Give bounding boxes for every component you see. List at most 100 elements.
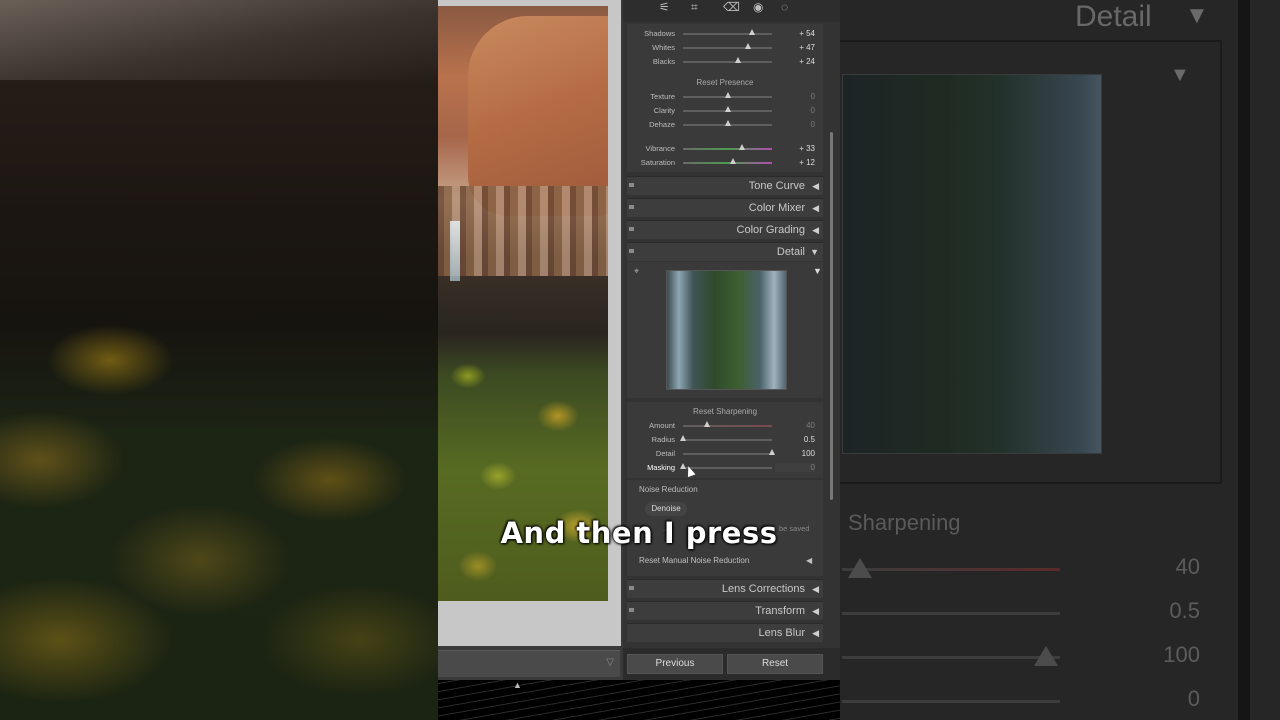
blurred-value: 100 [1163,642,1200,667]
slider-thumb[interactable] [704,421,711,427]
slider-value[interactable]: + 24 [799,57,815,66]
panel-header-color-grading[interactable]: Color Grading ◀ [627,220,823,239]
panel-toggle-icon[interactable] [629,205,634,209]
target-crosshair-icon[interactable]: ⌖ [634,266,639,277]
eraser-icon[interactable]: ⌫ [723,0,740,14]
panel-toggle-icon[interactable] [629,227,634,231]
panel-header-lens-blur[interactable]: Lens Blur ◀ [627,623,823,642]
slider-track[interactable] [683,162,772,164]
slider-value[interactable]: + 33 [799,144,815,153]
slider-label: Vibrance [645,144,675,153]
slider-label: Clarity [653,106,675,115]
chevron-down-icon[interactable]: ▽ [606,657,614,668]
slider-thumb[interactable] [769,449,775,455]
slider-track[interactable] [683,467,772,469]
slider-track[interactable] [683,148,772,150]
slider-thumb[interactable] [724,92,731,98]
slider-label: Texture [650,92,675,101]
reset-manual-noise-reduction[interactable]: Reset Manual Noise Reduction [639,556,749,565]
blurred-slider-knob [1034,646,1058,666]
slider-blacks[interactable]: Blacks + 24 [627,54,823,70]
panel-toggle-icon[interactable] [629,608,634,612]
reset-button[interactable]: Reset [727,654,823,674]
slider-thumb[interactable] [729,158,736,164]
panel-header-lens-corrections[interactable]: Lens Corrections ◀ [627,579,823,598]
detail-zoom-preview[interactable] [666,270,787,390]
blurred-detail-title: Detail [1075,0,1152,33]
slider-track[interactable] [683,61,772,63]
blurred-value: 0 [1187,686,1200,711]
chevron-up-icon[interactable]: ▲ [513,680,522,690]
reset-sharpening[interactable]: Reset Sharpening [627,407,823,416]
waterfall [450,221,460,281]
chevron-left-icon: ◀ [812,606,819,616]
chevron-down-icon[interactable]: ▼ [813,266,822,276]
previous-button[interactable]: Previous [627,654,723,674]
slider-label: Saturation [640,158,675,167]
panel-header-color-mixer[interactable]: Color Mixer ◀ [627,198,823,217]
slider-value[interactable]: 40 [806,421,815,430]
slider-thumb[interactable] [735,57,742,63]
slider-track[interactable] [683,47,772,49]
panel-header-transform[interactable]: Transform ◀ [627,601,823,620]
slider-track[interactable] [683,439,772,441]
blurred-slider-track [842,700,1060,703]
slider-value[interactable]: + 12 [799,158,815,167]
panel-header-label: Lens Corrections [721,583,805,595]
develop-right-panel: ⚟ ⌗ ⌫ ◉ ◌ Shadows + 54 Whites + 47 Black… [623,0,840,680]
denoise-button[interactable]: Denoise [645,502,687,516]
chevron-left-icon: ◀ [812,225,819,235]
slider-value[interactable]: + 54 [799,29,815,38]
panel-toggle-icon[interactable] [629,586,634,590]
slider-thumb[interactable] [680,435,686,441]
blurred-slider-track [842,656,1060,659]
panel-scrollbar[interactable] [830,132,833,500]
reset-presence[interactable]: Reset Presence [627,78,823,87]
slider-thumb[interactable] [724,106,731,112]
slider-value[interactable]: 0 [811,106,815,115]
landscape-photo [438,6,608,601]
slider-value[interactable]: 0 [811,92,815,101]
panel-header-tone-curve[interactable]: Tone Curve ◀ [627,176,823,195]
slider-label: Detail [655,449,675,458]
blurred-slider-knob [848,558,872,578]
eye-icon[interactable]: ◉ [753,0,763,14]
slider-track[interactable] [683,33,772,35]
slider-value[interactable]: 0 [775,463,815,472]
sliders-icon[interactable]: ⚟ [659,0,670,14]
slider-track[interactable] [683,425,772,427]
slider-value[interactable]: 0.5 [804,435,815,444]
slider-track[interactable] [683,453,772,455]
slider-thumb[interactable] [724,120,731,126]
masking-icon[interactable]: ◌ [781,0,788,14]
panel-toggle-icon[interactable] [629,249,634,253]
topographic-pattern: ▲ [438,680,840,720]
video-caption: And then I press [500,516,778,550]
slider-thumb[interactable] [744,43,751,49]
slider-value[interactable]: 100 [802,449,815,458]
panel-toggle-icon[interactable] [629,183,634,187]
chevron-down-icon: ▼ [810,247,819,257]
chevron-left-icon: ◀ [812,181,819,191]
blurred-background-left [0,0,438,720]
slider-masking[interactable]: Masking 0 [627,460,823,476]
panel-header-detail[interactable]: Detail ▼ [627,242,823,261]
slider-saturation[interactable]: Saturation + 12 [627,155,823,171]
blurred-sharpening-label: Sharpening [848,510,961,535]
crop-icon[interactable]: ⌗ [691,0,698,15]
slider-label: Amount [649,421,675,430]
slider-thumb[interactable] [748,29,755,35]
blurred-scrollbar [1238,0,1250,720]
chevron-left-icon[interactable]: ◀ [806,556,812,565]
panel-header-label: Tone Curve [748,180,805,192]
blurred-chevron-icon: ▼ [1170,64,1190,86]
slider-dehaze[interactable]: Dehaze 0 [627,117,823,133]
blurred-chevron-icon: ▼ [1185,2,1209,29]
slider-thumb[interactable] [738,144,745,150]
blurred-value: 40 [1175,554,1200,579]
panel-header-label: Lens Blur [758,627,805,639]
slider-value[interactable]: + 47 [799,43,815,52]
noise-reduction-label: Noise Reduction [639,485,698,494]
tool-strip: ⚟ ⌗ ⌫ ◉ ◌ [623,0,840,22]
slider-value[interactable]: 0 [811,120,815,129]
